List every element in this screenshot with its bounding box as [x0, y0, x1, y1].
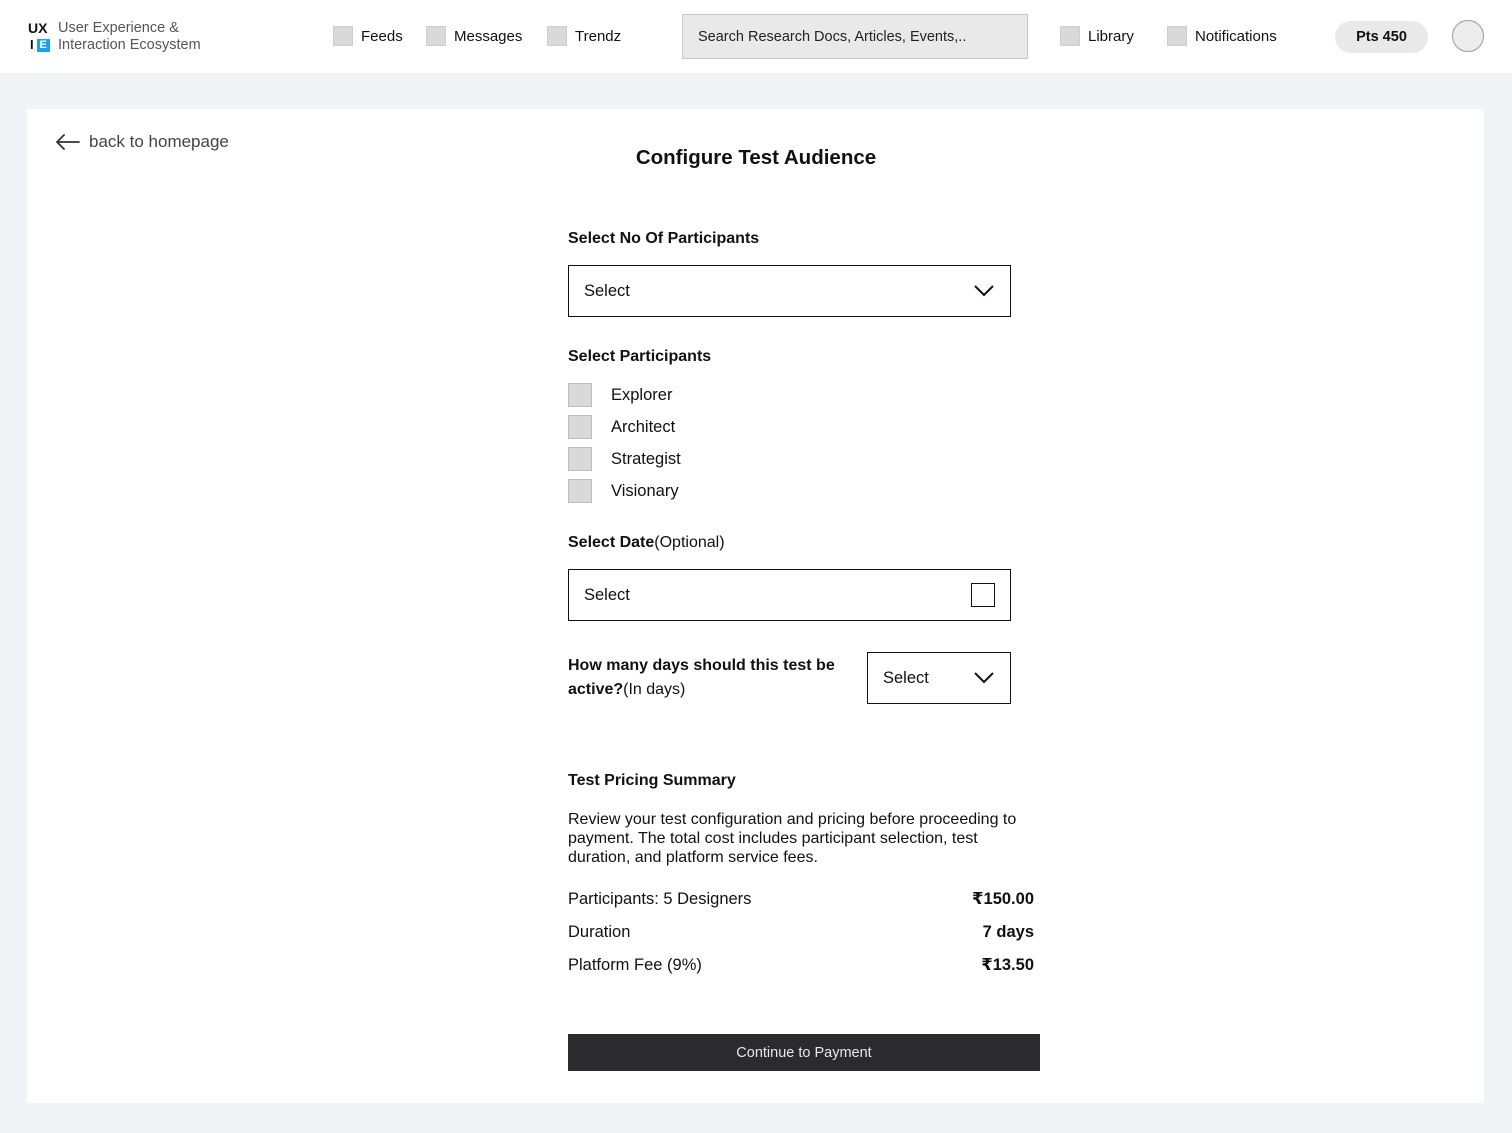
nav-trendz[interactable]: Trendz [547, 26, 621, 46]
notifications-icon [1167, 26, 1187, 46]
days-select[interactable]: Select [867, 652, 1011, 704]
participants-count-label: Select No Of Participants [568, 230, 760, 247]
architect-label: Architect [611, 417, 676, 436]
page-title: Configure Test Audience [635, 146, 877, 169]
date-value: Select [584, 585, 630, 604]
days-question: How many days should this test be active… [568, 654, 853, 702]
summary-row-value: 7 days [982, 922, 1034, 941]
explorer-checkbox[interactable] [568, 383, 592, 407]
participants-label: Select Participants [568, 348, 712, 365]
date-label-text: Select Date [568, 534, 655, 551]
logo-text-line-1: User Experience & [58, 20, 179, 36]
nav-trendz-label: Trendz [575, 27, 622, 45]
summary-row-platform-fee: Platform Fee (9%) ₹13.50 [568, 954, 1034, 976]
explorer-label: Explorer [611, 385, 673, 404]
summary-row-duration: Duration 7 days [568, 921, 1034, 943]
avatar[interactable] [1452, 20, 1484, 52]
nav-notifications[interactable]: Notifications [1167, 26, 1277, 46]
nav-messages[interactable]: Messages [426, 26, 522, 46]
trendz-icon [547, 26, 567, 46]
summary-row-label: Platform Fee (9%) [568, 955, 702, 974]
participant-option-visionary[interactable]: Visionary [568, 479, 679, 503]
logo-mark-e: E [36, 38, 50, 52]
participant-option-explorer[interactable]: Explorer [568, 383, 672, 407]
strategist-checkbox[interactable] [568, 447, 592, 471]
summary-row-label: Duration [568, 922, 631, 941]
visionary-label: Visionary [611, 481, 679, 500]
days-unit-text: (In days) [623, 681, 686, 698]
logo-mark: UX I E [28, 20, 50, 52]
chevron-down-icon [974, 285, 994, 297]
nav-messages-label: Messages [454, 27, 523, 45]
participant-option-strategist[interactable]: Strategist [568, 447, 681, 471]
logo-text-line-2: Interaction Ecosystem [58, 37, 201, 53]
summary-description: Review your test configuration and prici… [568, 811, 1017, 866]
library-icon [1060, 26, 1080, 46]
calendar-icon[interactable] [971, 583, 995, 607]
nav-library-label: Library [1088, 27, 1134, 45]
top-navigation-bar: UX I E User Experience & Interaction Eco… [0, 0, 1512, 73]
nav-feeds[interactable]: Feeds [333, 26, 403, 46]
chevron-down-icon [974, 672, 994, 684]
continue-to-payment-button[interactable]: Continue to Payment [568, 1034, 1040, 1071]
messages-icon [426, 26, 446, 46]
date-optional-text: (Optional) [654, 534, 725, 551]
participants-count-value: Select [584, 281, 630, 300]
feeds-icon [333, 26, 353, 46]
nav-library[interactable]: Library [1060, 26, 1134, 46]
strategist-label: Strategist [611, 449, 681, 468]
summary-row-value: ₹13.50 [981, 956, 1034, 974]
search-placeholder: Search Research Docs, Articles, Events,.… [698, 28, 967, 45]
summary-title: Test Pricing Summary [568, 772, 736, 789]
participant-option-architect[interactable]: Architect [568, 415, 675, 439]
date-label: Select Date(Optional) [568, 534, 725, 552]
summary-row-value: ₹150.00 [972, 890, 1034, 908]
logo-mark-ux: UX [28, 20, 48, 36]
nav-notifications-label: Notifications [1195, 27, 1277, 45]
points-badge[interactable]: Pts 450 [1335, 21, 1428, 53]
summary-row-participants: Participants: 5 Designers ₹150.00 [568, 888, 1034, 910]
search-input[interactable]: Search Research Docs, Articles, Events,.… [682, 14, 1028, 59]
visionary-checkbox[interactable] [568, 479, 592, 503]
participants-count-select[interactable]: Select [568, 265, 1011, 317]
nav-feeds-label: Feeds [361, 27, 403, 45]
summary-row-label: Participants: 5 Designers [568, 889, 752, 908]
days-value: Select [883, 668, 929, 687]
architect-checkbox[interactable] [568, 415, 592, 439]
logo-mark-i: I [30, 37, 34, 52]
date-picker[interactable]: Select [568, 569, 1011, 621]
days-question-text: How many days should this test be active… [568, 657, 835, 698]
logo-text: User Experience & Interaction Ecosystem [58, 20, 258, 54]
